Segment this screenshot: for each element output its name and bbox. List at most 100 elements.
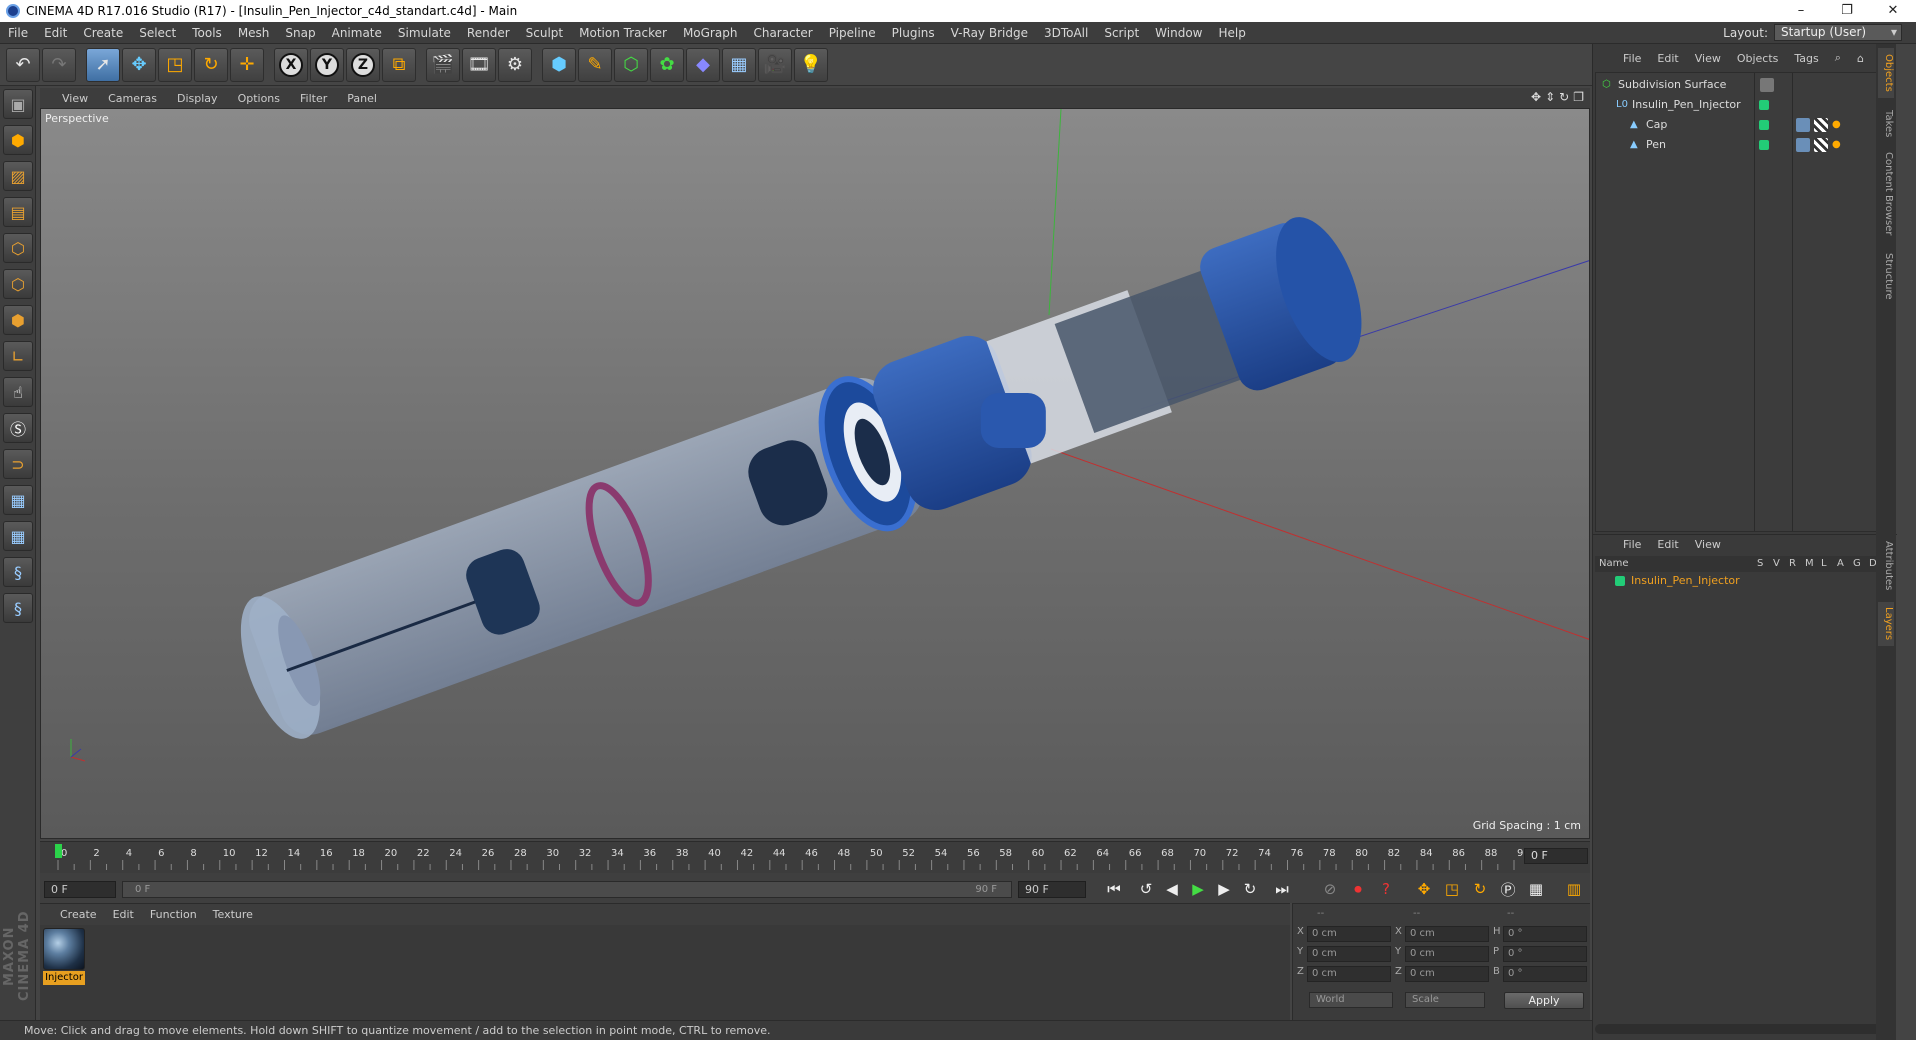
layer-color-swatch[interactable]	[1759, 140, 1769, 150]
objects-menu-objects[interactable]: Objects	[1729, 52, 1787, 65]
floor-icon[interactable]: ▦	[722, 47, 756, 82]
tweak-mode-icon[interactable]: ☝	[3, 377, 33, 407]
play-icon[interactable]: ▶	[1186, 878, 1210, 900]
menu-character[interactable]: Character	[745, 26, 820, 40]
preview-range-slider[interactable]: 0 F 90 F	[122, 881, 1012, 898]
previous-key-icon[interactable]: ↺	[1134, 878, 1158, 900]
layer-row[interactable]: Insulin_Pen_Injector	[1595, 572, 1895, 590]
python-script-2-icon[interactable]: §	[3, 593, 33, 623]
objects-menu-tags[interactable]: Tags	[1786, 52, 1826, 65]
auto-keying-icon[interactable]: ⏺	[1346, 878, 1370, 900]
texture-mode-icon[interactable]: ▨	[3, 161, 33, 191]
snap-icon[interactable]: Ⓢ	[3, 413, 33, 443]
menu-render[interactable]: Render	[459, 26, 518, 40]
tab-structure[interactable]: Structure	[1878, 248, 1894, 304]
tab-attributes[interactable]: Attributes	[1878, 536, 1894, 596]
axis-mode-icon[interactable]: ∟	[3, 341, 33, 371]
tab-takes[interactable]: Takes	[1878, 106, 1894, 142]
layer-color-swatch[interactable]	[1615, 576, 1625, 586]
minimize-button[interactable]: –	[1778, 0, 1824, 22]
layout-dropdown[interactable]: Startup (User)	[1774, 24, 1902, 41]
menu-plugins[interactable]: Plugins	[884, 26, 943, 40]
home-icon[interactable]: ⌂	[1849, 52, 1872, 65]
menu-pipeline[interactable]: Pipeline	[821, 26, 884, 40]
end-frame-field[interactable]: 90 F	[1018, 881, 1086, 898]
tab-layers[interactable]: Layers	[1878, 602, 1894, 646]
phong-tag-icon[interactable]: ●	[1832, 118, 1846, 132]
material-menu-edit[interactable]: Edit	[105, 908, 142, 921]
pan-icon[interactable]: ✥	[1531, 90, 1541, 104]
size-z-field[interactable]: 0 cm	[1405, 966, 1489, 982]
python-script-icon[interactable]: §	[3, 557, 33, 587]
menu-vray-bridge[interactable]: V-Ray Bridge	[943, 26, 1036, 40]
model-mode-icon[interactable]: ⬢	[3, 125, 33, 155]
texture-tag-icon[interactable]	[1814, 138, 1828, 152]
search-icon[interactable]: ⌕	[1827, 51, 1849, 65]
points-mode-icon[interactable]: ⬡	[3, 233, 33, 263]
layers-menu-edit[interactable]: Edit	[1649, 538, 1686, 551]
layers-menu-file[interactable]: File	[1615, 538, 1649, 551]
subdivision-surface-icon[interactable]: ⬡	[614, 47, 648, 82]
orbit-icon[interactable]: ↻	[1559, 90, 1569, 104]
material-tag-icon[interactable]	[1796, 118, 1810, 132]
dolly-icon[interactable]: ⇕	[1545, 90, 1555, 104]
material-name[interactable]: Injector	[43, 971, 85, 985]
menu-animate[interactable]: Animate	[324, 26, 390, 40]
x-axis-lock-button[interactable]: X	[274, 47, 308, 82]
viewport-menu-display[interactable]: Display	[167, 92, 228, 105]
timeline-ruler[interactable]: 0 2 4 6 8 10 12 14 16 18 20 22 24 26 28 30 32 34 36 38 40 42 4…	[52, 842, 1530, 874]
material-menu-texture[interactable]: Texture	[205, 908, 261, 921]
rotate-icon[interactable]: ↻	[194, 47, 228, 82]
close-button[interactable]: ✕	[1870, 0, 1916, 22]
position-z-field[interactable]: 0 cm	[1307, 966, 1391, 982]
objects-menu-view[interactable]: View	[1687, 52, 1729, 65]
magnet-icon[interactable]: ⊃	[3, 449, 33, 479]
coordinate-system-dropdown[interactable]: World	[1309, 992, 1393, 1008]
menu-select[interactable]: Select	[131, 26, 184, 40]
rotation-h-field[interactable]: 0 °	[1503, 926, 1587, 942]
menu-create[interactable]: Create	[75, 26, 131, 40]
layer-scrollbar[interactable]	[1595, 1024, 1891, 1034]
material-swatch[interactable]	[43, 928, 85, 970]
objects-menu-file[interactable]: File	[1615, 52, 1649, 65]
perspective-viewport[interactable]: Perspective Grid Spacing : 1 cm	[40, 108, 1590, 839]
polygons-mode-icon[interactable]: ⬢	[3, 305, 33, 335]
scale-icon[interactable]: ◳	[158, 47, 192, 82]
z-axis-lock-button[interactable]: Z	[346, 47, 380, 82]
viewport-menu-options[interactable]: Options	[228, 92, 290, 105]
rotation-b-field[interactable]: 0 °	[1503, 966, 1587, 982]
key-pla-icon[interactable]: ▦	[1524, 878, 1548, 900]
object-row-insulin-pen-injector[interactable]: L0 Insulin_Pen_Injector	[1596, 95, 1896, 115]
camera-icon[interactable]: 🎥	[758, 47, 792, 82]
timeline[interactable]: 0 2 4 6 8 10 12 14 16 18 20 22 24 26 28 30 32 34 36 38 40 42 4…	[40, 841, 1590, 873]
object-row-subdivision-surface[interactable]: ⬡ Subdivision Surface	[1596, 75, 1896, 95]
menu-motion-tracker[interactable]: Motion Tracker	[571, 26, 675, 40]
menu-edit[interactable]: Edit	[36, 26, 75, 40]
next-frame-icon[interactable]: ▶	[1212, 878, 1236, 900]
maximize-view-icon[interactable]: ❐	[1573, 90, 1584, 104]
playhead[interactable]	[55, 844, 62, 858]
key-scale-icon[interactable]: ◳	[1440, 878, 1464, 900]
material-menu-create[interactable]: Create	[52, 908, 105, 921]
layer-color-swatch[interactable]	[1759, 100, 1769, 110]
menu-file[interactable]: File	[0, 26, 36, 40]
material-menu-function[interactable]: Function	[142, 908, 205, 921]
edges-mode-icon[interactable]: ⬡	[3, 269, 33, 299]
light-icon[interactable]: 💡	[794, 47, 828, 82]
material-tag-icon[interactable]	[1796, 138, 1810, 152]
menu-snap[interactable]: Snap	[277, 26, 323, 40]
workplane-mode-icon[interactable]: ▤	[3, 197, 33, 227]
layer-color-swatch[interactable]	[1759, 120, 1769, 130]
layers-menu-view[interactable]: View	[1687, 538, 1729, 551]
workplane-grid-icon[interactable]: ▦	[3, 521, 33, 551]
position-x-field[interactable]: 0 cm	[1307, 926, 1391, 942]
menu-mesh[interactable]: Mesh	[230, 26, 278, 40]
start-frame-field[interactable]: 0 F	[44, 881, 116, 898]
key-parameter-icon[interactable]: Ⓟ	[1496, 878, 1520, 900]
maximize-button[interactable]: ❐	[1824, 0, 1870, 22]
viewport-menu-panel[interactable]: Panel	[337, 92, 387, 105]
menu-window[interactable]: Window	[1147, 26, 1210, 40]
live-selection-icon[interactable]: ➚	[86, 47, 120, 82]
next-key-icon[interactable]: ↻	[1238, 878, 1262, 900]
cloner-icon[interactable]: ✿	[650, 47, 684, 82]
